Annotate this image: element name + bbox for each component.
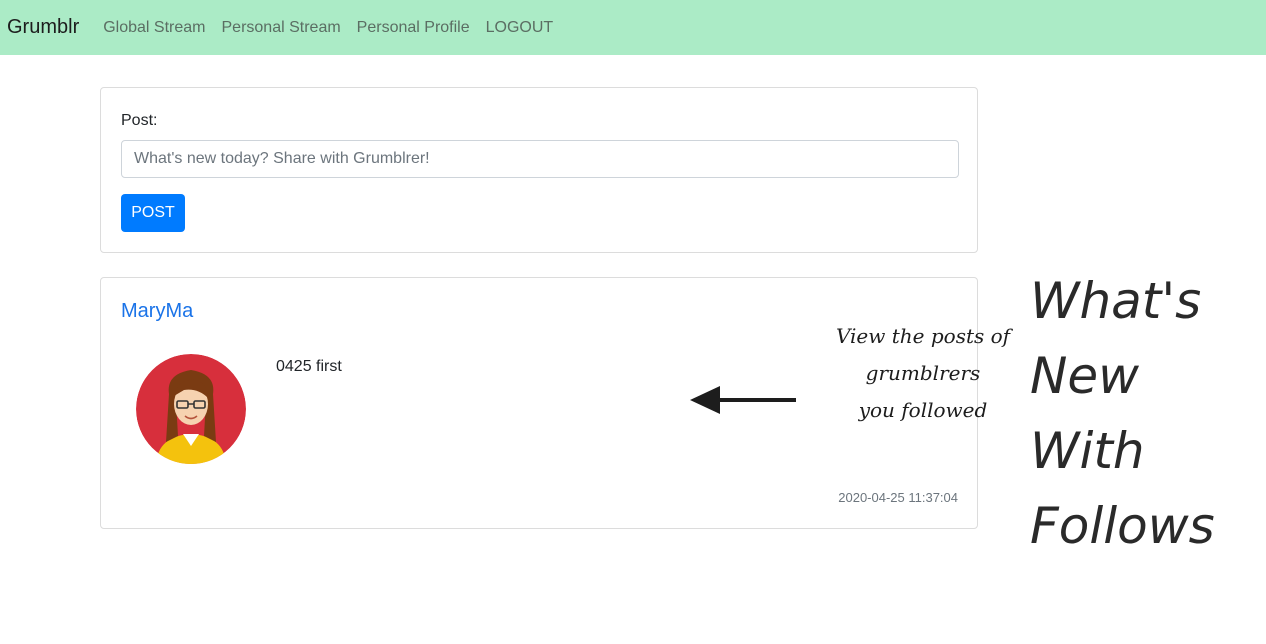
feature-title-word: New [1030, 347, 1140, 405]
nav-link-global-stream[interactable]: Global Stream [103, 19, 205, 37]
user-avatar-icon [136, 354, 246, 464]
feature-title: What's New With Follows [1030, 264, 1215, 564]
post-timestamp: 2020-04-25 11:37:04 [838, 490, 958, 505]
annotation-line: grumblrers [865, 361, 981, 385]
feature-title-word: With [1030, 422, 1145, 480]
post-button[interactable]: POST [121, 194, 185, 232]
post-form-card: Post: POST [100, 87, 978, 253]
nav-link-personal-stream[interactable]: Personal Stream [222, 19, 341, 37]
post-content: 0425 first [276, 358, 342, 375]
annotation-line: View the posts of [835, 324, 1011, 348]
post-label: Post: [121, 112, 158, 129]
nav-link-logout[interactable]: LOGOUT [486, 19, 554, 37]
post-username-link[interactable]: MaryMa [121, 300, 193, 323]
feature-title-word: Follows [1030, 497, 1215, 555]
navbar: Grumblr Global Stream Personal Stream Pe… [0, 0, 1266, 55]
annotation-line: you followed [858, 398, 988, 422]
annotation-text: View the posts of grumblrers you followe… [818, 318, 1028, 429]
left-arrow-icon [690, 386, 796, 414]
post-input[interactable] [121, 140, 959, 178]
nav-link-personal-profile[interactable]: Personal Profile [357, 19, 470, 37]
brand-link[interactable]: Grumblr [7, 16, 79, 39]
feature-title-word: What's [1030, 272, 1202, 330]
